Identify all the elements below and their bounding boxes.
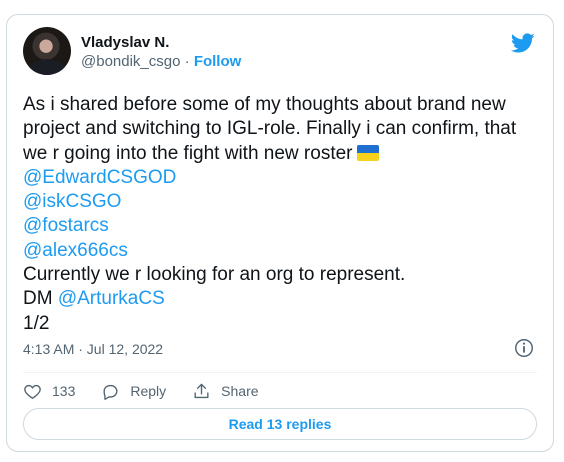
tweet-body: As i shared before some of my thoughts a… (23, 93, 543, 336)
tweet-card: Vladyslav N. @bondik_csgo · Follow As i … (6, 14, 554, 452)
ukraine-flag-icon (356, 144, 379, 161)
heart-icon (24, 384, 41, 399)
twitter-bird-icon[interactable] (511, 31, 535, 55)
author-handle[interactable]: @bondik_csgo (81, 53, 180, 70)
tweet-text-dm: DM @ArturkaCS (23, 288, 165, 310)
avatar[interactable] (23, 27, 71, 75)
share-button[interactable]: Share (192, 382, 259, 401)
divider (23, 372, 537, 373)
separator: · (180, 53, 194, 70)
mention-link[interactable]: @iskCSGO (23, 190, 543, 214)
author-handle-row: @bondik_csgo · Follow (81, 53, 241, 71)
like-count: 133 (52, 383, 76, 399)
reply-button[interactable]: Reply (101, 382, 166, 401)
tweet-text-intro: As i shared before some of my thoughts a… (23, 94, 517, 164)
mention-link[interactable]: @EdwardCSGOD (23, 166, 543, 190)
action-bar: 133 Reply Share (23, 377, 285, 405)
share-icon (194, 383, 209, 398)
read-replies-button[interactable]: Read 13 replies (23, 408, 537, 440)
tweet-text-org: Currently we r looking for an org to rep… (23, 264, 406, 286)
mention-link[interactable]: @alex666cs (23, 239, 543, 263)
reply-label: Reply (130, 383, 167, 399)
author-name[interactable]: Vladyslav N. (81, 34, 169, 52)
follow-button[interactable]: Follow (194, 53, 242, 70)
share-label: Share (221, 383, 259, 399)
thread-count: 1/2 (23, 312, 50, 334)
mention-link[interactable]: @ArturkaCS (58, 288, 165, 309)
mention-link[interactable]: @fostarcs (23, 214, 543, 238)
info-icon[interactable] (513, 337, 535, 359)
like-button[interactable]: 133 (23, 382, 75, 401)
timestamp[interactable]: 4:13 AM · Jul 12, 2022 (23, 341, 163, 357)
reply-icon (103, 384, 118, 400)
